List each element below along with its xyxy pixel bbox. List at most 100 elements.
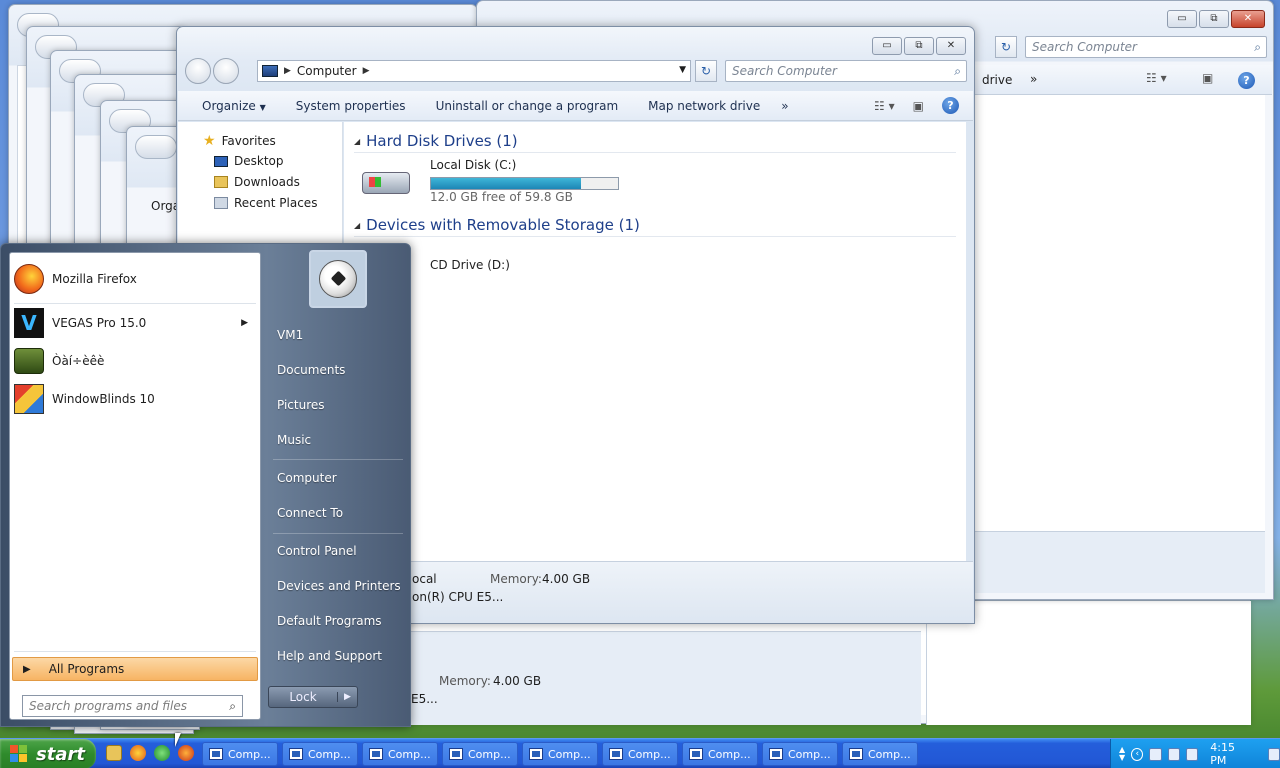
organize-button[interactable]: Organize ▼ bbox=[178, 99, 281, 113]
breadcrumb-chevron-icon[interactable]: ▶ bbox=[284, 66, 291, 76]
search-icon: ⌕ bbox=[229, 699, 236, 713]
start-link-default-programs[interactable]: Default Programs bbox=[277, 614, 382, 628]
taskbar-item-computer[interactable]: Comp... bbox=[362, 742, 438, 766]
firefox-icon[interactable] bbox=[130, 745, 146, 761]
start-link-control-panel[interactable]: Control Panel bbox=[277, 544, 357, 558]
firefox-alt-icon[interactable] bbox=[178, 745, 194, 761]
back-button[interactable] bbox=[185, 58, 211, 84]
search-icon: ⌕ bbox=[1254, 40, 1261, 54]
start-link-devices-printers[interactable]: Devices and Printers bbox=[277, 579, 401, 593]
network-icon[interactable] bbox=[1167, 747, 1180, 761]
drive-cd[interactable]: CD Drive (D:) bbox=[410, 256, 560, 282]
window-icon bbox=[529, 748, 543, 760]
preview-pane-icon[interactable]: ▣ bbox=[913, 99, 924, 113]
shutdown-options-arrow-icon[interactable]: ▶ bbox=[337, 692, 357, 702]
drive-name: Local Disk (C:) bbox=[430, 158, 517, 172]
task-label: Comp... bbox=[628, 747, 671, 761]
cpu-partial: E5... bbox=[411, 692, 438, 706]
uninstall-program-button[interactable]: Uninstall or change a program bbox=[421, 99, 634, 113]
taskbar-item-computer[interactable]: Comp... bbox=[842, 742, 918, 766]
change-view-icon[interactable]: ☷ ▾ bbox=[874, 99, 895, 113]
start-link-documents[interactable]: Documents bbox=[277, 363, 345, 377]
tray-scroll-icon[interactable]: ▲ ▼ bbox=[1119, 746, 1125, 762]
start-menu-programs[interactable]: Mozilla Firefox V VEGAS Pro 15.0 ▶ Òàí÷è… bbox=[9, 252, 261, 720]
nav-item-desktop[interactable]: Desktop bbox=[214, 154, 284, 168]
close-button[interactable]: ✕ bbox=[936, 37, 966, 55]
submenu-arrow-icon[interactable]: ▶ bbox=[241, 318, 248, 328]
address-dropdown-icon[interactable]: ▼ bbox=[679, 65, 686, 75]
minimize-button[interactable]: ▭ bbox=[872, 37, 902, 55]
vegas-icon: V bbox=[14, 308, 44, 338]
explorer-icon[interactable] bbox=[106, 745, 122, 761]
taskbar-item-computer[interactable]: Comp... bbox=[682, 742, 758, 766]
user-picture[interactable] bbox=[309, 250, 367, 308]
toolbar-more[interactable]: » bbox=[1030, 72, 1037, 86]
show-desktop-icon[interactable] bbox=[1267, 747, 1280, 761]
media-player-icon[interactable] bbox=[154, 745, 170, 761]
system-properties-button[interactable]: System properties bbox=[281, 99, 421, 113]
search-input[interactable]: Search Computer ⌕ bbox=[725, 60, 967, 82]
window-icon bbox=[769, 748, 783, 760]
forward-button[interactable] bbox=[213, 58, 239, 84]
task-label: Comp... bbox=[468, 747, 511, 761]
refresh-button[interactable]: ↻ bbox=[995, 36, 1017, 58]
toolbar-more-button[interactable]: » bbox=[775, 99, 803, 113]
action-center-flag-icon[interactable] bbox=[1149, 747, 1162, 761]
details-processor-partial: on(R) CPU E5... bbox=[412, 590, 504, 604]
nav-favorites[interactable]: ★ Favorites bbox=[203, 133, 276, 149]
breadcrumb-computer[interactable]: Computer bbox=[297, 64, 357, 78]
help-icon[interactable]: ? bbox=[942, 97, 959, 114]
program-label: Òàí÷èêè bbox=[52, 354, 105, 368]
group-header-removable-storage[interactable]: ◢ Devices with Removable Storage (1) bbox=[354, 216, 956, 237]
minimize-button[interactable]: ▭ bbox=[1167, 10, 1197, 28]
start-menu[interactable]: Mozilla Firefox V VEGAS Pro 15.0 ▶ Òàí÷è… bbox=[0, 243, 411, 727]
volume-icon[interactable] bbox=[1186, 747, 1199, 761]
quick-launch bbox=[106, 745, 194, 761]
taskbar-item-computer[interactable]: Comp... bbox=[442, 742, 518, 766]
start-link-connect-to[interactable]: Connect To bbox=[277, 506, 343, 520]
address-bar[interactable]: ▶ Computer ▶ ▼ bbox=[257, 60, 691, 82]
nav-buttons[interactable] bbox=[135, 135, 177, 159]
taskbar-item-computer[interactable]: Comp... bbox=[762, 742, 838, 766]
maximize-button[interactable]: ⧉ bbox=[904, 37, 934, 55]
program-windowblinds[interactable]: WindowBlinds 10 bbox=[14, 381, 254, 417]
places-separator bbox=[273, 459, 403, 460]
content-pane[interactable]: ◢ Hard Disk Drives (1) Local Disk (C:) 12… bbox=[344, 122, 966, 561]
search-input[interactable]: Search Computer ⌕ bbox=[1025, 36, 1267, 58]
taskbar-item-computer[interactable]: Comp... bbox=[202, 742, 278, 766]
start-button[interactable]: start bbox=[0, 739, 96, 768]
lock-button[interactable]: Lock ▶ bbox=[268, 686, 358, 708]
nav-item-recent-places[interactable]: Recent Places bbox=[214, 196, 317, 210]
refresh-button[interactable]: ↻ bbox=[695, 60, 717, 82]
start-search-input[interactable]: Search programs and files ⌕ bbox=[22, 695, 243, 717]
collapse-triangle-icon[interactable]: ◢ bbox=[354, 137, 360, 146]
group-header-hard-disk-drives[interactable]: ◢ Hard Disk Drives (1) bbox=[354, 132, 956, 153]
maximize-button[interactable]: ⧉ bbox=[1199, 10, 1229, 28]
program-vegas[interactable]: V VEGAS Pro 15.0 ▶ bbox=[14, 305, 254, 341]
nav-item-label: Desktop bbox=[234, 154, 284, 168]
clock[interactable]: 4:15 PM bbox=[1210, 741, 1251, 767]
start-link-help-support[interactable]: Help and Support bbox=[277, 649, 382, 663]
start-link-pictures[interactable]: Pictures bbox=[277, 398, 325, 412]
program-tanks[interactable]: Òàí÷èêè bbox=[14, 343, 254, 379]
task-label: Comp... bbox=[708, 747, 751, 761]
all-programs-button[interactable]: ▶ All Programs bbox=[12, 657, 258, 681]
start-link-music[interactable]: Music bbox=[277, 433, 311, 447]
help-icon[interactable]: ? bbox=[1238, 72, 1255, 89]
view-icon[interactable]: ☷ ▾ bbox=[1146, 71, 1167, 85]
close-button[interactable]: ✕ bbox=[1231, 10, 1265, 28]
toolbar-item-partial[interactable]: drive bbox=[982, 73, 1012, 87]
taskbar-item-computer[interactable]: Comp... bbox=[282, 742, 358, 766]
memory-label: Memory: bbox=[439, 674, 491, 688]
breadcrumb-chevron-icon[interactable]: ▶ bbox=[363, 66, 370, 76]
taskbar-item-computer[interactable]: Comp... bbox=[602, 742, 678, 766]
tray-expand-icon[interactable]: ‹ bbox=[1131, 747, 1144, 761]
program-firefox[interactable]: Mozilla Firefox bbox=[14, 261, 254, 297]
taskbar-item-computer[interactable]: Comp... bbox=[522, 742, 598, 766]
collapse-triangle-icon[interactable]: ◢ bbox=[354, 221, 360, 230]
map-network-drive-button[interactable]: Map network drive bbox=[633, 99, 775, 113]
nav-item-downloads[interactable]: Downloads bbox=[214, 175, 300, 189]
preview-pane-icon[interactable]: ▣ bbox=[1202, 71, 1213, 85]
start-link-user[interactable]: VM1 bbox=[277, 328, 303, 342]
start-link-computer[interactable]: Computer bbox=[277, 471, 337, 485]
